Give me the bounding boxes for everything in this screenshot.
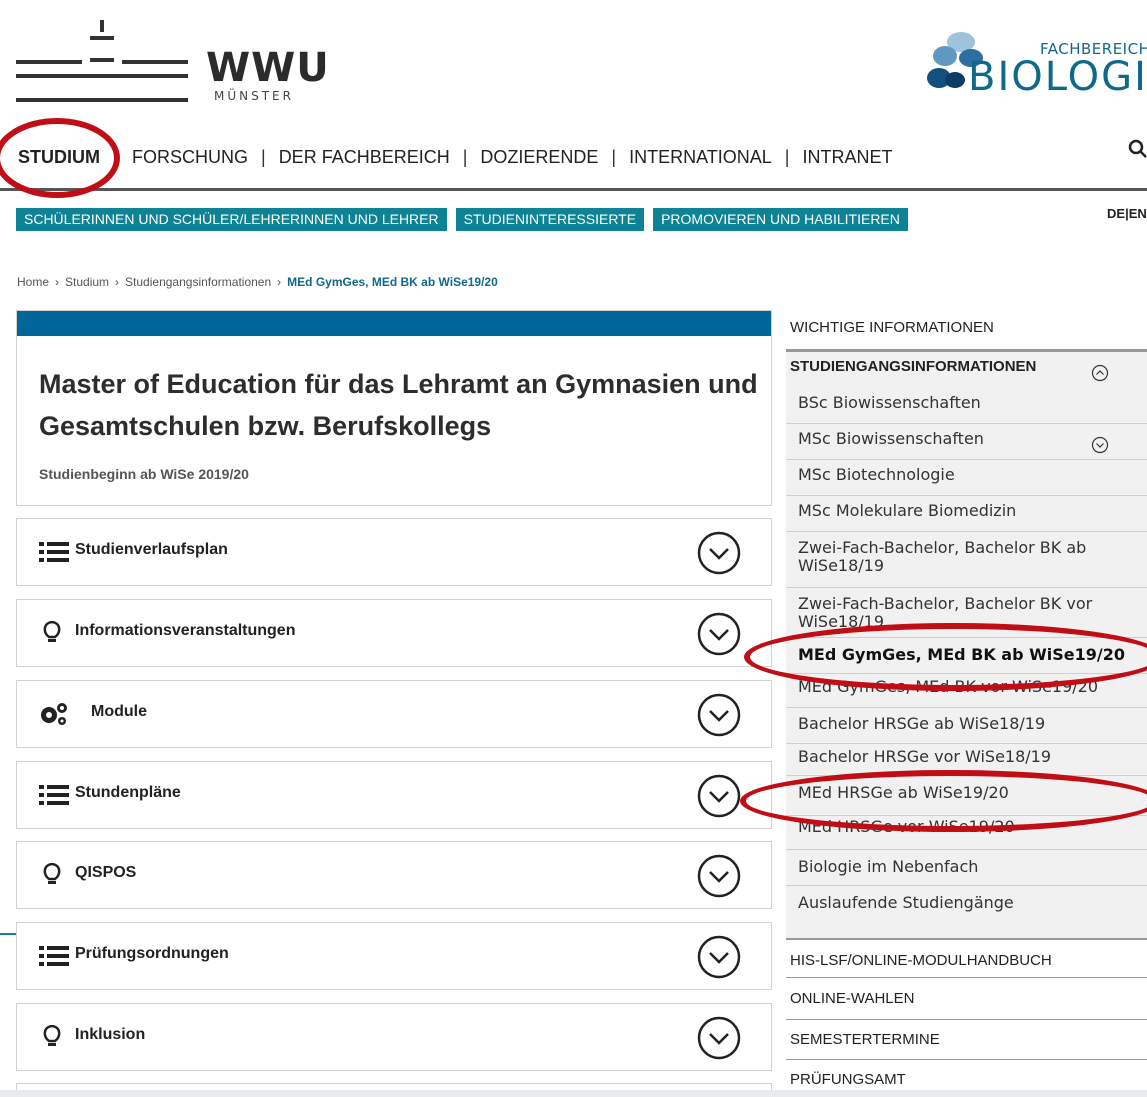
- accordion-label: Prüfungsordnungen: [75, 945, 229, 962]
- subnav-schueler[interactable]: SCHÜLERINNEN UND SCHÜLER/LEHRERINNEN UND…: [16, 208, 447, 231]
- page-title: Master of Education für das Lehramt an G…: [39, 369, 758, 441]
- chevron-down-icon[interactable]: [1091, 436, 1109, 454]
- accordion-label: Module: [91, 703, 147, 720]
- accordion-pruefungsordnungen[interactable]: Prüfungsordnungen: [16, 922, 772, 990]
- page-subtitle: Studienbeginn ab WiSe 2019/20: [39, 466, 249, 482]
- annotation-ring-med-hrsge: [740, 770, 1147, 832]
- chevron-down-icon[interactable]: [697, 612, 741, 656]
- accordion-label: Stundenpläne: [75, 784, 181, 801]
- gears-icon: [41, 703, 67, 725]
- sidebar-item-bsc-biowissenschaften[interactable]: BSc Biowissenschaften: [786, 388, 1147, 424]
- sidebar-item-msc-molekulare-biomedizin[interactable]: MSc Molekulare Biomedizin: [786, 496, 1147, 532]
- wwu-logo-text: WWU: [206, 45, 330, 91]
- accordion-informationsveranstaltungen[interactable]: Informationsveranstaltungen: [16, 599, 772, 667]
- search-icon[interactable]: [1128, 138, 1147, 160]
- wwu-logo-subtext: MÜNSTER: [214, 89, 294, 103]
- nav-divider: [0, 188, 1147, 191]
- card-accent-bar: [17, 311, 771, 336]
- chevron-down-icon[interactable]: [697, 774, 741, 818]
- nav-separator: |: [784, 146, 790, 167]
- page: WWU MÜNSTER FACHBEREICH BIOLOGIE STUDIUM…: [0, 0, 1147, 1090]
- breadcrumb-home[interactable]: Home: [17, 275, 49, 289]
- sidebar-item-bachelor-hrsge-ab[interactable]: Bachelor HRSGe ab WiSe18/19: [786, 708, 1147, 744]
- accordion-label: Inklusion: [75, 1026, 146, 1043]
- list-icon: [39, 946, 69, 966]
- sidebar-item-msc-biotechnologie[interactable]: MSc Biotechnologie: [786, 460, 1147, 496]
- accordion-studienverlaufsplan[interactable]: Studienverlaufsplan: [16, 518, 772, 586]
- annotation-ring-med-gymges: [744, 623, 1147, 691]
- accordion-label: Informationsveranstaltungen: [75, 622, 296, 639]
- sidebar-link-semestertermine[interactable]: SEMESTERTERMINE: [786, 1020, 1147, 1060]
- sidebar-item-biologie-nebenfach[interactable]: Biologie im Nebenfach: [786, 850, 1147, 886]
- breadcrumb: Home › Studium › Studiengangsinformationen › M…: [17, 275, 498, 289]
- lightbulb-icon: [43, 1025, 61, 1046]
- page-header-card: Master of Education für das Lehramt an G…: [16, 310, 772, 506]
- accordion-module[interactable]: Module: [16, 680, 772, 748]
- accordion-label: Studienverlaufsplan: [75, 541, 228, 558]
- left-accent-line: [0, 933, 16, 935]
- annotation-ring-studium: [0, 118, 120, 198]
- sidebar-link-pruefungsamt[interactable]: PRÜFUNGSAMT: [786, 1060, 1147, 1090]
- sidebar-link-his-lsf[interactable]: HIS-LSF/ONLINE-MODULHANDBUCH: [786, 938, 1147, 978]
- nav-separator: |: [611, 146, 617, 167]
- breadcrumb-separator: ›: [277, 275, 282, 289]
- nav-forschung[interactable]: FORSCHUNG: [132, 147, 248, 168]
- sidebar-section-title[interactable]: STUDIENGANGSINFORMATIONEN: [790, 358, 1036, 375]
- lang-en[interactable]: EN: [1129, 206, 1147, 221]
- nav-international[interactable]: INTERNATIONAL: [629, 147, 772, 168]
- accordion-partial: [16, 1083, 772, 1090]
- subnav-promovieren[interactable]: PROMOVIEREN UND HABILITIEREN: [653, 208, 908, 231]
- language-switch: DE|EN: [1107, 206, 1147, 221]
- chevron-up-icon[interactable]: [1091, 364, 1109, 382]
- nav-dozierende[interactable]: DOZIERENDE: [480, 147, 598, 168]
- sidebar-item-auslaufende-studiengaenge[interactable]: Auslaufende Studiengänge: [786, 886, 1147, 926]
- accordion-qispos[interactable]: QISPOS: [16, 841, 772, 909]
- breadcrumb-current: MEd GymGes, MEd BK ab WiSe19/20: [287, 275, 498, 289]
- sidebar-link-online-wahlen[interactable]: ONLINE-WAHLEN: [786, 978, 1147, 1020]
- breadcrumb-studiengangsinformationen[interactable]: Studiengangsinformationen: [125, 275, 271, 289]
- chevron-down-icon[interactable]: [697, 1016, 741, 1060]
- lightbulb-icon: [43, 621, 61, 642]
- breadcrumb-separator: ›: [115, 275, 120, 289]
- subnav-studieninteressierte[interactable]: STUDIENINTERESSIERTE: [455, 208, 645, 231]
- chevron-down-icon[interactable]: [697, 693, 741, 737]
- chevron-down-icon[interactable]: [697, 854, 741, 898]
- sidebar: WICHTIGE INFORMATIONEN STUDIENGANGSINFOR…: [786, 310, 1147, 1090]
- breadcrumb-separator: ›: [55, 275, 60, 289]
- main-navigation: STUDIUM FORSCHUNG | DER FACHBEREICH | DO…: [18, 143, 892, 171]
- nav-intranet[interactable]: INTRANET: [802, 147, 892, 168]
- chevron-down-icon[interactable]: [697, 531, 741, 575]
- nav-separator: |: [462, 146, 468, 167]
- faculty-name: BIOLOGIE: [968, 54, 1147, 100]
- lightbulb-icon: [43, 863, 61, 884]
- sidebar-item-zwei-fach-bachelor-ab[interactable]: Zwei-Fach-Bachelor, Bachelor BK ab WiSe1…: [786, 532, 1147, 588]
- lang-de[interactable]: DE: [1107, 206, 1125, 221]
- sidebar-link-wichtige-informationen[interactable]: WICHTIGE INFORMATIONEN: [786, 310, 1147, 350]
- accordion-label: QISPOS: [75, 864, 137, 881]
- nav-der-fachbereich[interactable]: DER FACHBEREICH: [279, 147, 450, 168]
- accordion-inklusion[interactable]: Inklusion: [16, 1003, 772, 1071]
- list-icon: [39, 542, 69, 562]
- breadcrumb-studium[interactable]: Studium: [65, 275, 109, 289]
- chevron-down-icon[interactable]: [697, 935, 741, 979]
- sub-navigation: SCHÜLERINNEN UND SCHÜLER/LEHRERINNEN UND…: [16, 208, 908, 231]
- accordion-stundenplaene[interactable]: Stundenpläne: [16, 761, 772, 829]
- nav-separator: |: [261, 146, 266, 167]
- list-icon: [39, 785, 69, 805]
